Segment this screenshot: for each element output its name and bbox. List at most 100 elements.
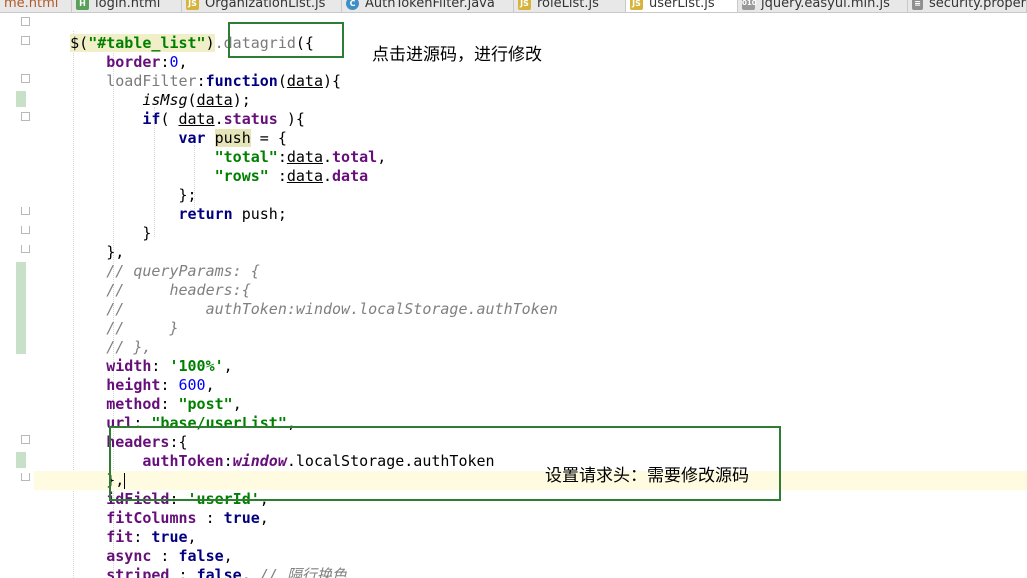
code-token: : [196,72,206,90]
tab-authtokenfilter-java[interactable]: C AuthTokenFilter.java [342,0,514,12]
code-token: // authToken:window.localStorage.authTok… [106,300,558,318]
code-token: $( [70,34,89,52]
code-line-30: striped : false, // 隔行换色 [34,566,1027,578]
annotation-label-source: 点击进源码，进行修改 [372,45,542,65]
code-token: "#table_list" [88,34,206,52]
code-token: }; [178,186,197,204]
tab-userlist-js[interactable]: JS userList.js [626,0,738,12]
code-token: method [106,395,161,413]
code-line-12: } [34,224,1027,243]
js-file-icon: JS [186,0,199,10]
code-line-10: }; [34,186,1027,205]
editor-tab-bar: me.html H login.html JS OrganizationList… [0,0,1027,13]
tab-login-html[interactable]: H login.html [72,0,182,12]
code-line-5: isMsg(data); [34,91,1027,110]
code-line-15: // headers:{ [34,281,1027,300]
fold-toggle-icon[interactable] [21,74,30,83]
fold-toggle-icon[interactable] [21,17,30,26]
code-token: data [286,72,323,90]
code-token: height [106,376,161,394]
code-token: , [178,53,188,71]
fold-toggle-icon[interactable] [21,36,30,45]
code-token: ) [205,34,215,52]
code-line-1: $(function () { [34,15,1027,52]
code-token: , [232,395,242,413]
code-token: : [151,547,179,565]
code-line-28: fit: true, [34,528,1027,547]
fold-end-icon[interactable] [21,245,30,253]
code-token: ); [232,91,251,109]
tab-rolelist-js[interactable]: JS roleList.js [514,0,626,12]
code-token: : [151,357,170,375]
properties-file-icon: ≡ [912,0,923,10]
code-token: , [187,528,197,546]
tab-label: me.html [4,0,59,11]
code-token: . [214,110,224,128]
tab-label: roleList.js [537,0,599,11]
code-token: true [223,509,260,527]
tab-organizationlist-js[interactable]: JS OrganizationList.js [182,0,342,12]
tab-security-properties[interactable]: ≡ security.proper [908,0,1027,12]
code-line-8: "total":data.total, [34,148,1027,167]
code-token: false [196,566,242,578]
code-token: fitColumns [106,509,197,527]
code-line-7: var push = { [34,129,1027,148]
fold-end-icon[interactable] [21,473,30,481]
tab-label: OrganizationList.js [205,0,326,11]
code-token: if [142,110,161,128]
code-token: async [106,547,152,565]
code-token: width [106,357,152,375]
code-token: : [277,148,287,166]
code-token: , [241,566,260,578]
change-marker [16,452,26,468]
fold-end-icon[interactable] [21,226,30,234]
annotation-label-headers: 设置请求头：需要修改源码 [545,466,749,486]
code-token: , [223,547,233,565]
code-token: total [332,148,378,166]
code-token: status [223,110,278,128]
code-token: function [205,72,278,90]
code-token: ( [160,110,179,128]
code-token: , [377,148,387,166]
code-line-27: fitColumns : true, [34,509,1027,528]
code-token: . [323,148,333,166]
code-token: ( [277,72,287,90]
code-token: : [196,509,224,527]
fold-toggle-icon[interactable] [21,112,30,121]
code-token: "post" [178,395,233,413]
code-token: // } [106,319,179,337]
code-token: var [178,129,206,147]
code-line-6: if( data.status ){ [34,110,1027,129]
code-token: fit [106,528,134,546]
code-token: push; [232,205,287,223]
code-line-20: height: 600, [34,376,1027,395]
code-token: , [223,357,233,375]
code-token: loadFilter [106,72,197,90]
code-token: . [323,167,333,185]
code-token: data [286,148,323,166]
java-class-icon: C [346,0,359,10]
code-line-13: }, [34,243,1027,262]
annotation-box-datagrid [228,22,344,58]
code-token: ( [187,91,197,109]
code-line-29: async : false, [34,547,1027,566]
tab-me-html[interactable]: me.html [0,0,72,12]
code-token: , [205,376,215,394]
min-js-file-icon: 010 [742,0,757,10]
code-line-17: // } [34,319,1027,338]
fold-toggle-icon[interactable] [21,435,30,444]
code-token: : [169,566,197,578]
code-token: isMsg [142,91,188,109]
fold-end-icon[interactable] [21,207,30,215]
code-token: true [151,528,188,546]
code-token: ){ [323,72,342,90]
code-token: ){ [277,110,305,128]
tab-label: AuthTokenFilter.java [365,0,495,11]
code-line-21: method: "post", [34,395,1027,414]
tab-jquery-easyui-min-js[interactable]: 010 jquery.easyui.min.js [738,0,908,12]
code-token: 0 [169,53,179,71]
code-line-11: return push; [34,205,1027,224]
code-line-18: // }, [34,338,1027,357]
code-token: : [268,167,287,185]
